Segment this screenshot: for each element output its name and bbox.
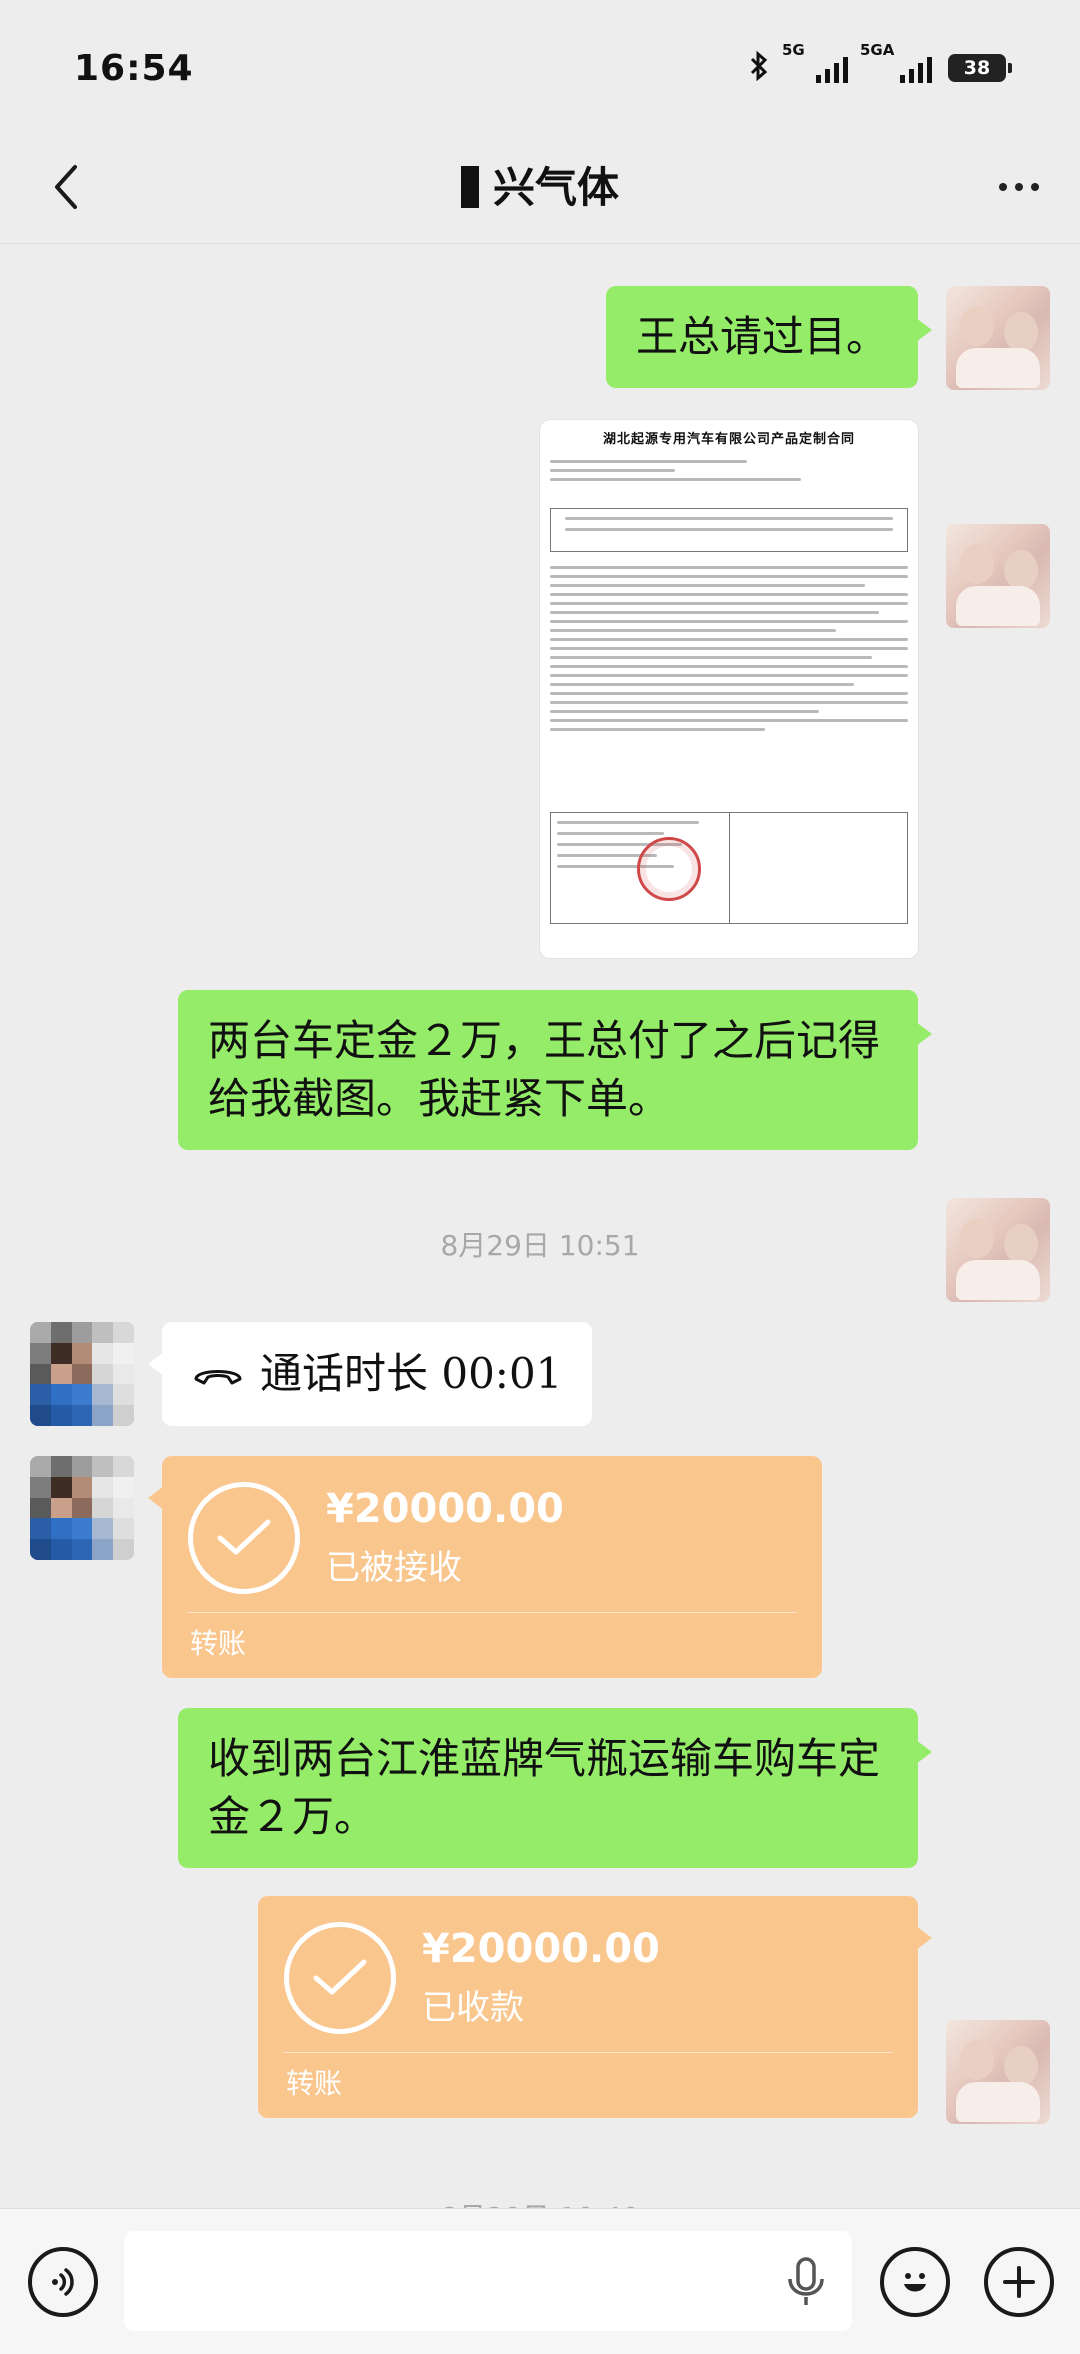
more-dot-icon — [1015, 183, 1023, 191]
transfer-card-collected[interactable]: ¥20000.00 已收款 转账 — [258, 1896, 932, 2118]
message-text: 收到两台江淮蓝牌气瓶运输车购车定金２万。 — [208, 1734, 881, 1841]
transfer-divider — [284, 2052, 892, 2053]
check-circle-icon — [284, 1922, 396, 2034]
contract-image-message[interactable]: 湖北起源专用汽车有限公司产品定制合同 — [540, 420, 918, 958]
transfer-card-received[interactable]: ¥20000.00 已被接收 转账 — [148, 1456, 822, 1678]
transfer-label: 转账 — [286, 2067, 343, 2100]
plus-icon — [1003, 2266, 1035, 2298]
transfer-status: 已收款 — [422, 1988, 524, 2028]
smiley-icon — [904, 2273, 926, 2292]
message-input[interactable] — [124, 2231, 852, 2331]
transfer-status: 已被接收 — [326, 1548, 462, 1588]
chat-title-text: 兴气体 — [492, 163, 619, 212]
message-text: 两台车定金２万，王总付了之后记得给我截图。我赶紧下单。 — [208, 1016, 881, 1123]
signal-5g-icon: 5G — [782, 41, 848, 83]
message-timestamp: 8月29日 10:51 — [440, 1229, 640, 1262]
contact-avatar[interactable] — [30, 1456, 134, 1560]
company-stamp-icon — [637, 837, 701, 901]
message-text: 王总请过目。 — [635, 312, 888, 361]
contact-avatar[interactable] — [30, 1322, 134, 1426]
message-bubble-sent[interactable]: 收到两台江淮蓝牌气瓶运输车购车定金２万。 — [178, 1708, 932, 1868]
my-avatar[interactable] — [946, 524, 1050, 628]
signal-5ga-icon: 5GA — [860, 41, 932, 83]
status-icons: 5G 5GA 38 — [748, 41, 1012, 88]
phone-hangup-icon — [194, 1370, 242, 1385]
transfer-amount: ¥20000.00 — [326, 1486, 564, 1532]
input-bar — [0, 2208, 1080, 2354]
battery-icon: 38 — [948, 54, 1012, 82]
more-dot-icon — [1031, 183, 1039, 191]
my-avatar[interactable] — [946, 2020, 1050, 2124]
more-dot-icon — [999, 183, 1007, 191]
message-bubble-sent[interactable]: 王总请过目。 — [605, 286, 933, 388]
redacted-name-block — [460, 166, 479, 208]
my-avatar[interactable] — [946, 286, 1050, 390]
microphone-icon — [788, 2257, 824, 2305]
emoji-button[interactable] — [880, 2247, 950, 2317]
transfer-divider — [188, 1612, 796, 1613]
battery-level: 38 — [963, 57, 991, 79]
transfer-label: 转账 — [190, 1627, 247, 1660]
call-record-bubble[interactable]: 通话时长 00:01 — [147, 1322, 593, 1426]
more-options-button[interactable] — [984, 152, 1054, 222]
chat-header: 兴气体 — [0, 130, 1080, 244]
message-bubble-sent[interactable]: 两台车定金２万，王总付了之后记得给我截图。我赶紧下单。 — [178, 990, 932, 1150]
call-duration-text: 通话时长 00:01 — [260, 1349, 563, 1398]
more-functions-button[interactable] — [984, 2247, 1054, 2317]
check-circle-icon — [188, 1482, 300, 1594]
contract-doc-title: 湖北起源专用汽车有限公司产品定制合同 — [602, 432, 855, 447]
status-time: 16:54 — [74, 48, 194, 89]
transfer-amount: ¥20000.00 — [422, 1926, 660, 1972]
bluetooth-icon — [748, 50, 770, 86]
status-bar: 16:54 5G 5GA 38 — [0, 0, 1080, 130]
chat-title: 兴气体 — [0, 154, 1080, 215]
voice-toggle-button[interactable] — [28, 2247, 98, 2317]
voice-wave-icon — [52, 2268, 74, 2296]
microphone-button[interactable] — [784, 2255, 828, 2309]
